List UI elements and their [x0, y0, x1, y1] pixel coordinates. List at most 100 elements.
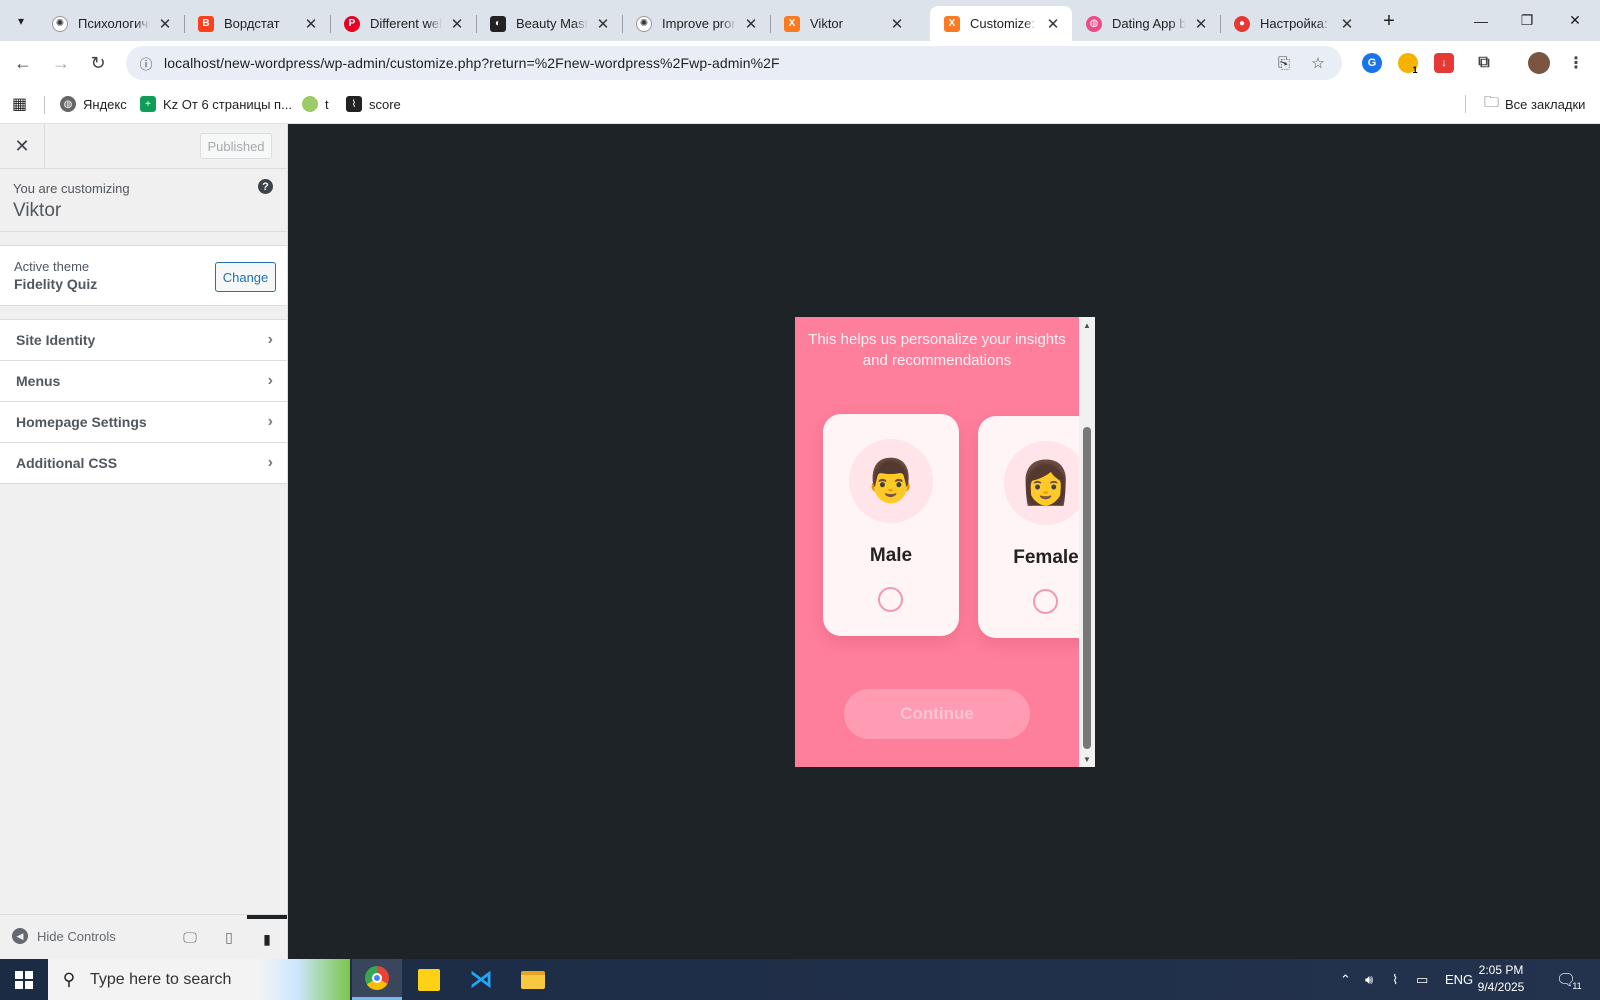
- browser-tab[interactable]: ◍ Dating App b ✕: [1072, 6, 1221, 41]
- close-tab-icon[interactable]: ✕: [1044, 15, 1062, 33]
- close-tab-icon[interactable]: ✕: [448, 15, 466, 33]
- mobile-preview-button[interactable]: ▮: [247, 915, 287, 960]
- browser-tab[interactable]: P Different web ✕: [330, 6, 477, 41]
- change-theme-button[interactable]: Change: [215, 262, 276, 292]
- desktop-preview-button[interactable]: 🖵: [170, 915, 210, 960]
- bookmark-item[interactable]: ⌇ score: [346, 94, 401, 114]
- bookmark-item[interactable]: + Kz От 6 страницы п...: [140, 94, 292, 114]
- close-tab-icon[interactable]: ✕: [302, 15, 320, 33]
- close-tab-icon[interactable]: ✕: [742, 15, 760, 33]
- taskbar-sticky-notes[interactable]: [404, 959, 454, 1000]
- close-tab-icon[interactable]: ✕: [156, 15, 174, 33]
- extension-weather-icon[interactable]: 1: [1398, 53, 1418, 75]
- chevron-right-icon: ›: [267, 331, 273, 348]
- chrome-icon: [365, 966, 389, 990]
- customizing-label: You are customizing: [13, 181, 130, 196]
- scroll-thumb[interactable]: [1083, 427, 1091, 749]
- new-tab-button[interactable]: +: [1376, 8, 1402, 34]
- active-theme-label: Active theme: [14, 259, 90, 274]
- minimize-button[interactable]: —: [1458, 0, 1504, 41]
- all-bookmarks-label: Все закладки: [1505, 96, 1586, 112]
- network-icon[interactable]: ⌇: [1392, 959, 1398, 1000]
- tab-title: Improve pron: [662, 16, 736, 31]
- close-window-button[interactable]: ✕: [1552, 0, 1598, 41]
- browser-tab-active[interactable]: X Customize: V ✕: [930, 6, 1072, 41]
- customizer-info: You are customizing Viktor ?: [0, 169, 287, 232]
- tray-chevron-icon[interactable]: ⌃: [1340, 959, 1351, 1000]
- tab-title: Вордстат: [224, 16, 280, 31]
- preview-scrollbar[interactable]: ▲ ▼: [1079, 317, 1095, 767]
- pinterest-icon: P: [344, 15, 360, 32]
- browser-tab[interactable]: ✺ Improve pron ✕: [622, 6, 771, 41]
- volume-icon[interactable]: 🔊︎: [1365, 959, 1373, 1000]
- vscode-icon: ⋊: [469, 966, 493, 993]
- option-card-male[interactable]: 👨 Male: [823, 414, 959, 636]
- browser-tab[interactable]: ● Настройка: S ✕: [1220, 6, 1366, 41]
- desktop-icon: 🖵: [183, 929, 197, 945]
- option-card-female[interactable]: 👩 Female: [978, 416, 1095, 638]
- tab-title: Viktor: [810, 16, 843, 31]
- download-extension-icon[interactable]: ↓: [1434, 53, 1454, 73]
- female-avatar-icon: 👩: [1004, 441, 1088, 525]
- folder-icon: 🗀: [1484, 93, 1500, 111]
- customizer-header: ✕ Published: [0, 124, 287, 169]
- xampp-icon: X: [944, 15, 960, 32]
- browser-tab[interactable]: ◐ Beauty Maste ✕: [476, 6, 623, 41]
- puzzle-icon[interactable]: ⧉: [1474, 53, 1494, 73]
- forward-button[interactable]: →: [46, 48, 76, 78]
- section-site-identity[interactable]: Site Identity ›: [0, 320, 287, 361]
- bookmark-item[interactable]: ◍ Яндекс: [60, 94, 127, 114]
- system-clock[interactable]: 2:05 PM 9/4/2025: [1471, 962, 1531, 996]
- tab-search-button[interactable]: ▾: [8, 8, 34, 34]
- help-icon[interactable]: ?: [258, 179, 273, 194]
- continue-button[interactable]: Continue: [844, 689, 1030, 739]
- browser-tab[interactable]: ✺ Психологиче ✕: [38, 6, 185, 41]
- browser-tab[interactable]: X Viktor ✕: [770, 6, 916, 41]
- publish-button[interactable]: Published: [200, 133, 272, 159]
- bookmark-item[interactable]: t: [302, 94, 329, 114]
- notifications-button[interactable]: 🗨︎ 11: [1556, 959, 1582, 1000]
- battery-icon[interactable]: ▭: [1416, 959, 1428, 1000]
- arrow-right-icon: →: [52, 52, 70, 73]
- close-tab-icon[interactable]: ✕: [594, 15, 612, 33]
- apps-button[interactable]: ▦: [12, 94, 27, 114]
- option-radio[interactable]: [1033, 589, 1058, 614]
- close-customizer-button[interactable]: ✕: [0, 124, 45, 169]
- taskbar-file-explorer[interactable]: [508, 959, 558, 1000]
- back-button[interactable]: ←: [8, 48, 38, 78]
- all-bookmarks-button[interactable]: 🗀 Все закладки: [1484, 94, 1585, 114]
- address-bar[interactable]: ⓘ localhost/new-wordpress/wp-admin/custo…: [126, 46, 1342, 80]
- url-text[interactable]: localhost/new-wordpress/wp-admin/customi…: [164, 55, 780, 71]
- section-homepage-settings[interactable]: Homepage Settings ›: [0, 402, 287, 443]
- star-icon[interactable]: ☆: [1306, 51, 1330, 75]
- browser-tab[interactable]: B Вордстат ✕: [184, 6, 331, 41]
- site-info-icon[interactable]: ⓘ: [134, 51, 158, 75]
- record-icon: ●: [1234, 15, 1250, 32]
- plus-icon: +: [1383, 9, 1395, 32]
- openai-icon: ✺: [636, 15, 652, 32]
- section-menus[interactable]: Menus ›: [0, 361, 287, 402]
- extension-icon[interactable]: G: [1362, 53, 1382, 73]
- menu-dots-icon[interactable]: ⋮: [1566, 53, 1586, 73]
- scroll-down-icon[interactable]: ▼: [1082, 754, 1092, 764]
- restore-button[interactable]: ❐: [1504, 0, 1550, 41]
- section-additional-css[interactable]: Additional CSS ›: [0, 443, 287, 484]
- close-tab-icon[interactable]: ✕: [1338, 15, 1356, 33]
- profile-avatar[interactable]: [1528, 52, 1550, 74]
- language-indicator[interactable]: ENG: [1445, 959, 1473, 1000]
- taskbar-search[interactable]: ⚲ Type here to search: [48, 959, 350, 1000]
- hide-controls-button[interactable]: ◀ Hide Controls: [12, 928, 116, 944]
- start-button[interactable]: [0, 959, 48, 1000]
- taskbar-vscode[interactable]: ⋊: [456, 959, 506, 1000]
- option-radio[interactable]: [878, 587, 903, 612]
- grid-icon: ▦: [12, 96, 28, 113]
- tablet-preview-button[interactable]: ▯: [209, 915, 249, 960]
- sheets-icon: +: [140, 96, 156, 112]
- reload-button[interactable]: ↻: [83, 48, 113, 78]
- close-tab-icon[interactable]: ✕: [888, 15, 906, 33]
- translate-icon[interactable]: ⎘: [1272, 51, 1296, 75]
- section-label: Additional CSS: [16, 455, 118, 471]
- close-tab-icon[interactable]: ✕: [1192, 15, 1210, 33]
- taskbar-chrome[interactable]: [352, 959, 402, 1000]
- scroll-up-icon[interactable]: ▲: [1082, 320, 1092, 330]
